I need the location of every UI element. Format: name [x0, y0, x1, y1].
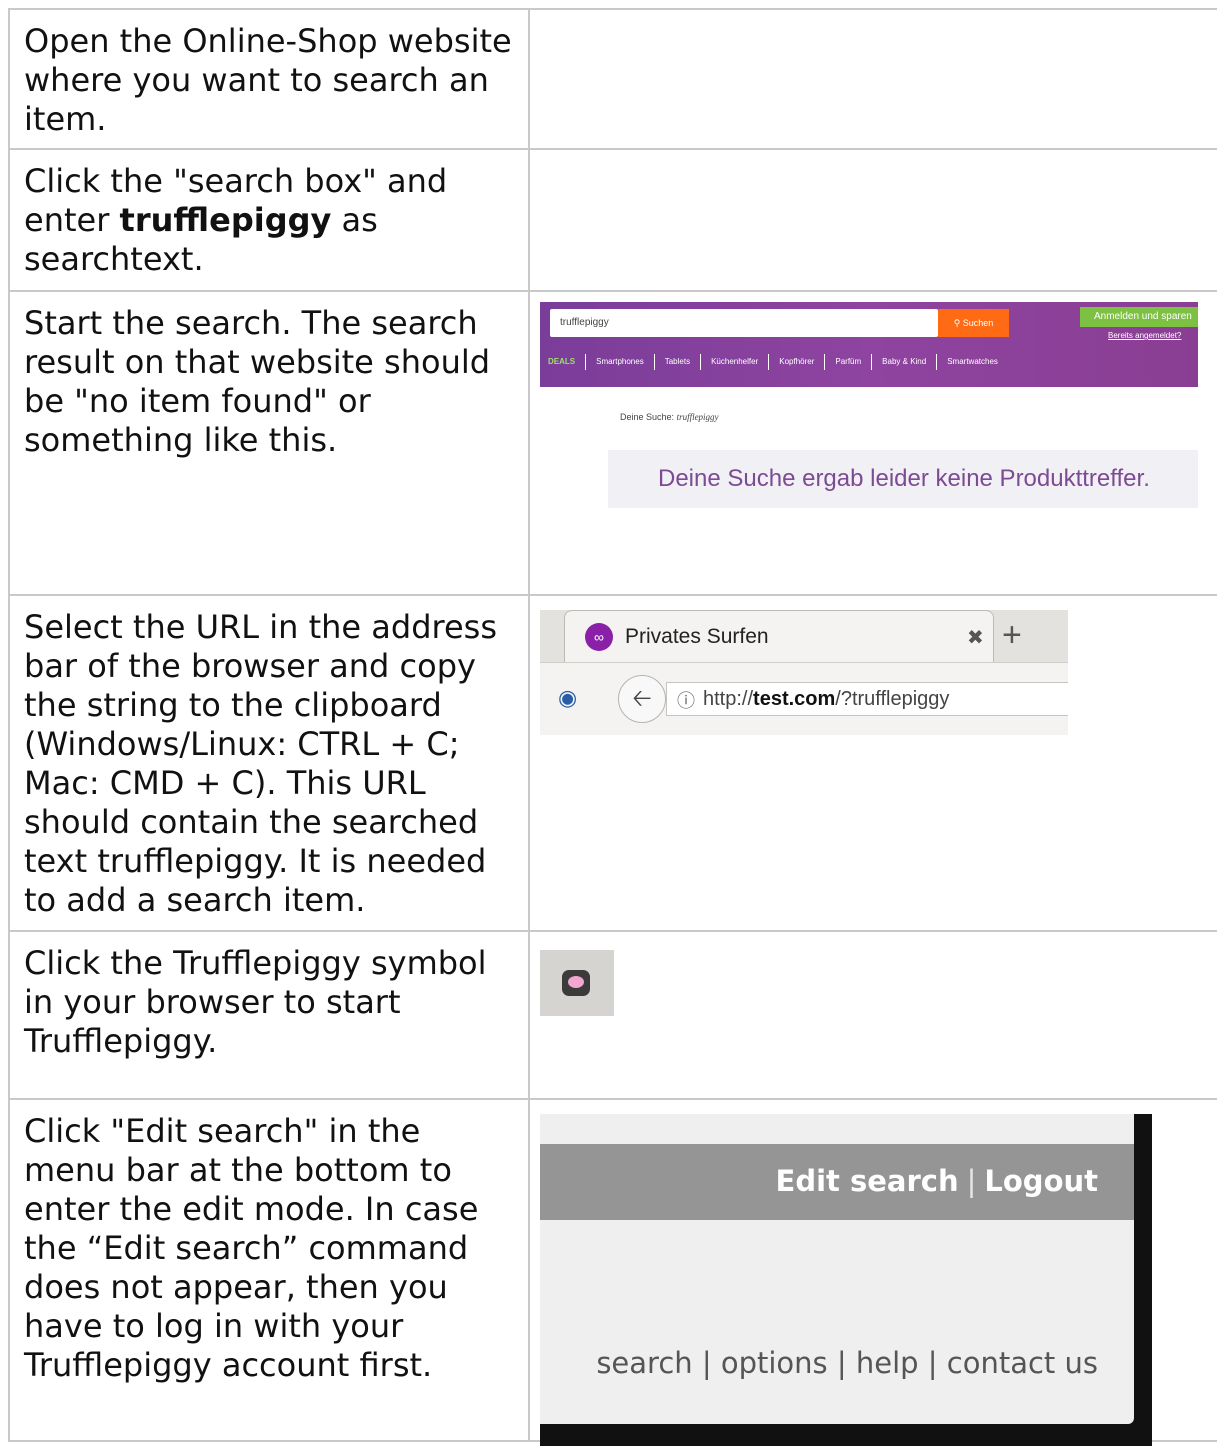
browser-tab[interactable]: ∞ Privates Surfen ✖: [564, 610, 994, 662]
step-text: Open the Online-Shop website where you w…: [8, 8, 530, 150]
step-row: Click "Edit search" in the menu bar at t…: [8, 1098, 1217, 1446]
url-host: test.com: [753, 688, 836, 710]
url-scheme: http://: [703, 688, 754, 710]
trufflepiggy-toolbar-button[interactable]: [540, 950, 614, 1016]
tracking-protection-icon[interactable]: ◉: [558, 685, 577, 711]
nav-item-smartwatches[interactable]: Smartwatches: [947, 357, 998, 366]
no-results-message: Deine Suche ergab leider keine Produkttr…: [608, 450, 1198, 508]
shop-screenshot: trufflepiggy ⚲ Suchen Anmelden und spare…: [540, 302, 1198, 518]
address-bar[interactable]: ⓘ http://test.com/?trufflepiggy: [666, 682, 1068, 716]
nav-item-parfuem[interactable]: Parfüm: [835, 357, 861, 366]
step-text: Select the URL in the address bar of the…: [8, 594, 530, 932]
step-image-cell: [528, 930, 1217, 1100]
step-image-cell: [528, 8, 1217, 150]
trufflepiggy-icon: [562, 970, 590, 996]
step-text: Start the search. The search result on t…: [8, 290, 530, 596]
nav-item-kopfhoerer[interactable]: Kopfhörer: [779, 357, 814, 366]
menu-bar: Edit search | Logout: [540, 1144, 1134, 1220]
close-tab-icon[interactable]: ✖: [967, 625, 984, 650]
new-tab-icon[interactable]: +: [1002, 616, 1022, 655]
step-image-cell: ∞ Privates Surfen ✖ + ◉ 🡠 ⓘ http://test.…: [528, 594, 1217, 932]
popup-panel: Edit search | Logout search | options | he…: [540, 1114, 1134, 1424]
menu-separator: |: [966, 1164, 977, 1198]
shop-already-logged-in-link[interactable]: Bereits angemeldet?: [1108, 331, 1181, 340]
step-row: Select the URL in the address bar of the…: [8, 594, 1217, 932]
your-search-term: trufflepiggy: [676, 412, 719, 422]
your-search-label: Deine Suche:: [620, 412, 675, 422]
step-text: Click the Trufflepiggy symbol in your br…: [8, 930, 530, 1100]
shop-search-input[interactable]: trufflepiggy: [550, 309, 938, 337]
back-button[interactable]: 🡠: [618, 675, 666, 723]
step-image-cell: Edit search | Logout search | options | he…: [528, 1098, 1217, 1446]
shop-search-button[interactable]: ⚲ Suchen: [938, 309, 1009, 337]
step-row: Open the Online-Shop website where you w…: [8, 8, 1217, 150]
nav-item-kuechenhelfer[interactable]: Küchenhelfer: [711, 357, 758, 366]
logout-link[interactable]: Logout: [984, 1164, 1098, 1198]
nav-item-deals[interactable]: DEALS: [548, 357, 575, 366]
step-image-cell: trufflepiggy ⚲ Suchen Anmelden und spare…: [528, 290, 1217, 596]
info-icon[interactable]: ⓘ: [677, 687, 695, 713]
shop-nav: DEALS Smartphones Tablets Küchenhelfer Kopfh…: [548, 354, 998, 370]
menu-bar-links: Edit search | Logout: [776, 1164, 1098, 1198]
step-row: Click the "search box" and enter truffle…: [8, 148, 1217, 292]
browser-screenshot: ∞ Privates Surfen ✖ + ◉ 🡠 ⓘ http://test.…: [540, 610, 1068, 735]
instructions-table: Open the Online-Shop website where you w…: [8, 8, 1217, 1446]
shop-search-button-label: Suchen: [962, 318, 994, 328]
trufflepiggy-popup-screenshot: Edit search | Logout search | options | he…: [540, 1114, 1152, 1446]
nav-item-tablets[interactable]: Tablets: [665, 357, 690, 366]
nav-item-baby-kind[interactable]: Baby & Kind: [882, 357, 926, 366]
browser-toolbar: ◉ 🡠 ⓘ http://test.com/?trufflepiggy: [540, 662, 1068, 735]
nav-item-smartphones[interactable]: Smartphones: [596, 357, 644, 366]
shop-header: trufflepiggy ⚲ Suchen Anmelden und spare…: [540, 302, 1198, 387]
private-mask-icon: ∞: [585, 623, 613, 651]
footer-links[interactable]: search | options | help | contact us: [596, 1346, 1098, 1380]
step-image-cell: [528, 148, 1217, 292]
url-text: http://test.com/?trufflepiggy: [703, 688, 949, 711]
edit-search-link[interactable]: Edit search: [776, 1164, 959, 1198]
shop-login-button[interactable]: Anmelden und sparen: [1080, 307, 1198, 327]
tab-title: Privates Surfen: [625, 625, 769, 648]
step-text: Click "Edit search" in the menu bar at t…: [8, 1098, 530, 1442]
search-term: trufflepiggy: [119, 201, 332, 239]
step-text: Click the "search box" and enter truffle…: [8, 148, 530, 292]
url-path: /?trufflepiggy: [835, 688, 950, 710]
your-search: Deine Suche: trufflepiggy: [620, 412, 719, 422]
step-row: Click the Trufflepiggy symbol in your br…: [8, 930, 1217, 1100]
step-row: Start the search. The search result on t…: [8, 290, 1217, 596]
